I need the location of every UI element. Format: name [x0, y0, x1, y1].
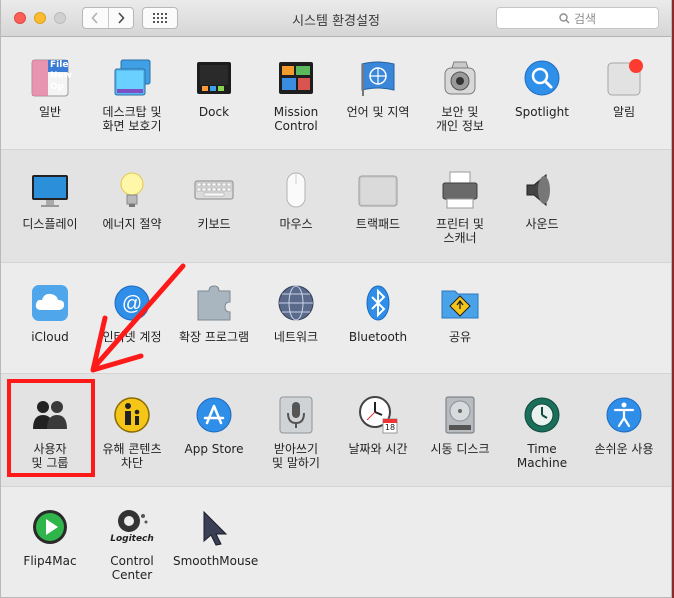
highlight-box: [7, 379, 95, 477]
system-preferences-window: 시스템 환경설정 검색 File New Op 일반 데스크탑 및 화면 보호기…: [0, 0, 672, 598]
annotation-arrow: [90, 263, 186, 373]
